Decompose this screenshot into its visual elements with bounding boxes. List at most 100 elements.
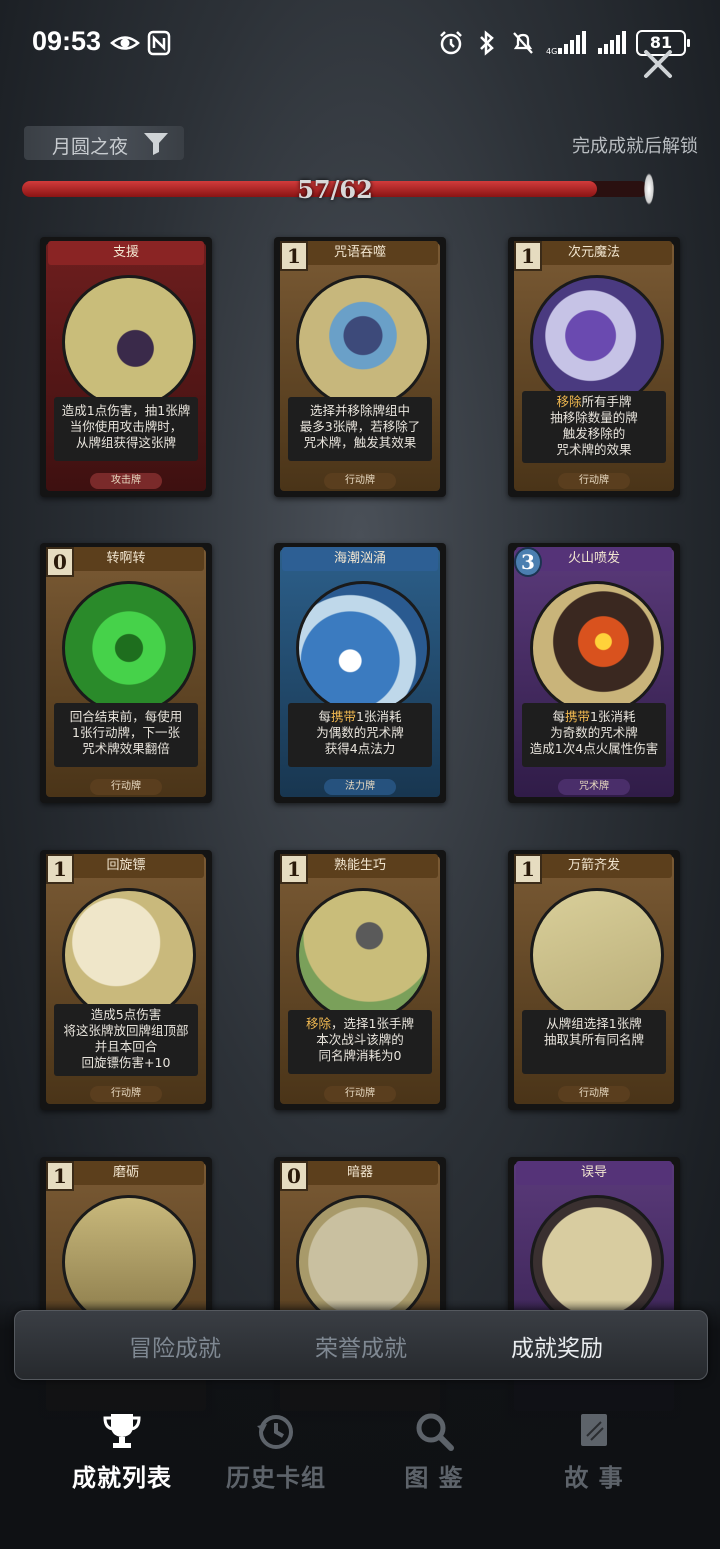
card-description-line: 从牌组获得这张牌 [75, 435, 176, 450]
card-description-line: 1张行动牌，下一张 [72, 725, 180, 740]
nav-achievement-list[interactable]: 成就列表 [42, 1410, 202, 1492]
card-type: 行动牌 [558, 473, 630, 489]
card-type: 行动牌 [558, 1086, 630, 1102]
chapter-selector[interactable]: 月圆之夜 [24, 126, 184, 160]
card-type: 咒术牌 [558, 779, 630, 795]
card-title: 误导 [516, 1161, 672, 1185]
tab-honor-achievements[interactable]: 荣誉成就 [271, 1329, 451, 1363]
card[interactable]: 咒语吞噬 1 选择并移除牌组中 最多3张牌，若移除了 咒术牌，触发其效果 行动牌 [274, 237, 446, 497]
status-bar: 09:53 4G 81 [0, 0, 720, 84]
card-cost: 3 [514, 547, 542, 577]
card-cost: 0 [46, 547, 74, 577]
card-description: 移除，选择1张手牌 本次战斗该牌的 同名牌消耗为0 [288, 1010, 432, 1074]
card-description: 每携带1张消耗 为偶数的咒术牌 获得4点法力 [288, 703, 432, 767]
card-description: 造成1点伤害，抽1张牌 当你使用攻击牌时， 从牌组获得这张牌 [54, 397, 198, 461]
nav-compendium[interactable]: 图 鉴 [354, 1410, 514, 1492]
card[interactable]: 次元魔法 1 移除所有手牌 抽移除数量的牌 触发移除的 咒术牌的效果 行动牌 [508, 237, 680, 497]
card-type: 行动牌 [324, 473, 396, 489]
nav-label: 历史卡组 [226, 1463, 326, 1492]
signal-icon [596, 30, 626, 56]
card-description: 选择并移除牌组中 最多3张牌，若移除了 咒术牌，触发其效果 [288, 397, 432, 461]
tab-adventure-achievements[interactable]: 冒险成就 [85, 1329, 265, 1363]
card-description-line: 同名牌消耗为0 [318, 1048, 402, 1063]
book-icon [581, 1414, 607, 1446]
card-description-line: 最多3张牌，若移除了 [299, 419, 421, 434]
card-description: 造成5点伤害 将这张牌放回牌组顶部 并且本回合 回旋镖伤害+10 [54, 1004, 198, 1076]
card-description-line: 咒术牌效果翻倍 [82, 741, 170, 756]
nav-story[interactable]: 故 事 [514, 1410, 674, 1492]
card-art [530, 581, 664, 715]
card-description-line: 触发移除的 [562, 426, 626, 441]
nav-label: 图 鉴 [404, 1463, 464, 1492]
card-cost: 0 [280, 1161, 308, 1191]
card[interactable]: 火山喷发 3 每携带1张消耗 为奇数的咒术牌 造成1次4点火属性伤害 咒术牌 [508, 543, 680, 803]
card-description-line: 每携带1张消耗 [552, 709, 636, 724]
card-description-line: 获得4点法力 [324, 741, 396, 756]
card[interactable]: 支援造成1点伤害，抽1张牌 当你使用攻击牌时， 从牌组获得这张牌攻击牌 [40, 237, 212, 497]
mute-icon [510, 30, 536, 56]
card[interactable]: 万箭齐发 1 从牌组选择1张牌 抽取其所有同名牌 行动牌 [508, 850, 680, 1110]
card-type: 行动牌 [90, 779, 162, 795]
card-art [530, 888, 664, 1022]
card-description-line: 咒术牌，触发其效果 [303, 435, 417, 450]
bottom-navigation: 成就列表 历史卡组 图 鉴 故 事 [0, 1400, 720, 1500]
card-description-line: 造成5点伤害 [90, 1007, 162, 1022]
card-description-line: 移除所有手牌 [556, 394, 632, 409]
card-title: 支援 [48, 241, 204, 265]
card-art [62, 581, 196, 715]
trophy-icon [103, 1414, 141, 1448]
card-type: 攻击牌 [90, 473, 162, 489]
card-description: 从牌组选择1张牌 抽取其所有同名牌 [522, 1010, 666, 1074]
nav-history-decks[interactable]: 历史卡组 [196, 1410, 356, 1492]
card-description-line: 每携带1张消耗 [318, 709, 402, 724]
card-cost: 1 [514, 854, 542, 884]
card-description-line: 选择并移除牌组中 [309, 403, 410, 418]
card-description-line: 为偶数的咒术牌 [316, 725, 404, 740]
signal-icon: 4G [546, 30, 586, 56]
filter-icon[interactable] [142, 130, 170, 156]
card-art [530, 275, 664, 409]
card[interactable]: 转啊转 0 回合结束前，每使用 1张行动牌，下一张 咒术牌效果翻倍 行动牌 [40, 543, 212, 803]
card-cost: 1 [46, 1161, 74, 1191]
card-cost: 1 [280, 241, 308, 271]
card[interactable]: 回旋镖 1 造成5点伤害 将这张牌放回牌组顶部 并且本回合 回旋镖伤害+10 行动牌 [40, 850, 212, 1110]
progress-text: 57/62 [297, 175, 373, 204]
card-description-line: 将这张牌放回牌组顶部 [63, 1023, 189, 1038]
card-description-line: 为奇数的咒术牌 [550, 725, 638, 740]
achievement-progress-bar: 57/62 [22, 173, 654, 205]
card-description: 移除所有手牌 抽移除数量的牌 触发移除的 咒术牌的效果 [522, 391, 666, 463]
card-cost: 1 [280, 854, 308, 884]
card-art [62, 275, 196, 409]
card-art [296, 581, 430, 715]
card-description-line: 抽移除数量的牌 [550, 410, 638, 425]
card-title: 海潮汹涌 [282, 547, 438, 571]
card-description-line: 本次战斗该牌的 [316, 1032, 404, 1047]
close-icon[interactable] [640, 46, 676, 82]
bluetooth-icon [474, 30, 500, 56]
card-description-line: 并且本回合 [94, 1039, 158, 1054]
card-art [296, 888, 430, 1022]
card-type: 法力牌 [324, 779, 396, 795]
card-description-line: 抽取其所有同名牌 [543, 1032, 644, 1047]
nfc-icon [146, 30, 172, 56]
alarm-icon [438, 30, 464, 56]
card-description-line: 回旋镖伤害+10 [81, 1055, 171, 1070]
eye-icon [110, 30, 140, 56]
card[interactable]: 熟能生巧 1 移除，选择1张手牌 本次战斗该牌的 同名牌消耗为0 行动牌 [274, 850, 446, 1110]
card-cost: 1 [514, 241, 542, 271]
card[interactable]: 海潮汹涌 每携带1张消耗 为偶数的咒术牌 获得4点法力 法力牌 [274, 543, 446, 803]
chapter-label: 月圆之夜 [52, 136, 129, 158]
magnifier-icon [416, 1413, 454, 1451]
card-cost: 1 [46, 854, 74, 884]
card-description-line: 咒术牌的效果 [556, 442, 632, 457]
card-description: 每携带1张消耗 为奇数的咒术牌 造成1次4点火属性伤害 [522, 703, 666, 767]
card-description-line: 回合结束前，每使用 [69, 709, 183, 724]
card-description-line: 造成1次4点火属性伤害 [529, 741, 659, 756]
history-icon [257, 1415, 293, 1449]
nav-label: 故 事 [564, 1463, 624, 1492]
card-type: 行动牌 [324, 1086, 396, 1102]
card-description-line: 移除，选择1张手牌 [306, 1016, 414, 1031]
card-description-line: 当你使用攻击牌时， [69, 419, 183, 434]
tab-achievement-rewards[interactable]: 成就奖励 [467, 1329, 647, 1363]
card-description-line: 从牌组选择1张牌 [546, 1016, 642, 1031]
